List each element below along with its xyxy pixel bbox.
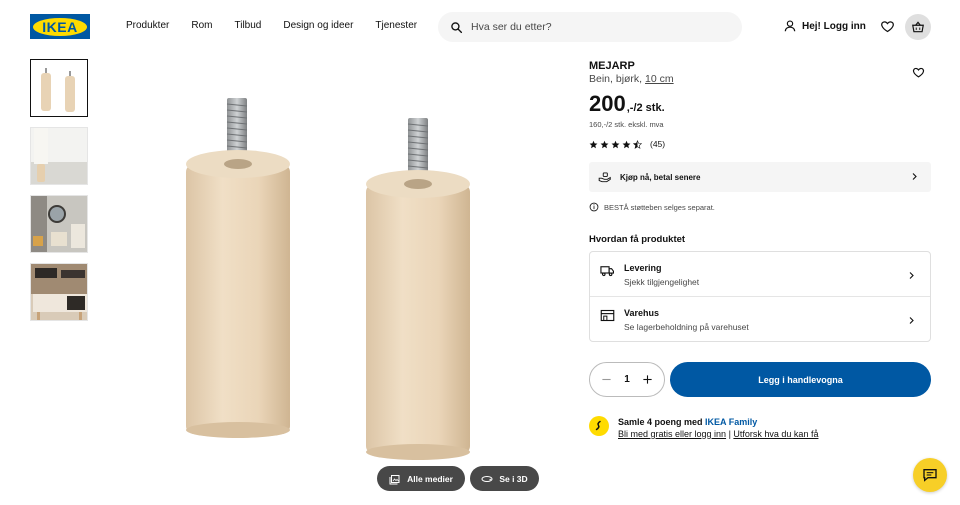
star-icon <box>611 140 620 148</box>
product-image-legs <box>186 98 470 460</box>
star-icon <box>589 140 598 148</box>
family-links: Bli med gratis eller logg inn | Utforsk … <box>618 429 818 439</box>
half-star-icon <box>633 139 642 149</box>
product-size-link[interactable]: 10 cm <box>645 73 674 85</box>
paylater-label: Kjøp nå, betal senere <box>620 172 701 182</box>
thumbnail-hallway-image <box>31 196 87 252</box>
quantity-value[interactable]: 1 <box>624 374 630 385</box>
price-unit: ,-/2 stk. <box>626 102 665 114</box>
thumbnail-hallway[interactable] <box>30 195 88 253</box>
save-to-list-heart-icon[interactable] <box>912 66 925 79</box>
price: 200 ,-/2 stk. <box>589 91 665 117</box>
family-prefix: Samle 4 poeng med <box>618 417 706 427</box>
thumbnail-legs[interactable] <box>30 59 88 117</box>
gallery-icon <box>389 474 400 484</box>
product-desc-text: Bein, bjørk, <box>589 73 646 85</box>
nav-item-produkter[interactable]: Produkter <box>126 20 169 31</box>
view-3d-button[interactable]: Se i 3D <box>470 466 539 491</box>
chevron-right-icon <box>909 272 914 279</box>
delivery-subtitle: Sjekk tilgjengelighet <box>624 277 700 287</box>
store-icon <box>600 309 615 322</box>
thumbnail-legs-image <box>31 60 87 116</box>
review-count: (45) <box>650 139 666 149</box>
view-3d-label: Se i 3D <box>499 473 528 484</box>
buy-now-pay-later-banner[interactable]: Kjøp nå, betal senere <box>589 162 931 192</box>
product-main-image[interactable] <box>130 60 570 460</box>
family-points-text: Samle 4 poeng med IKEA Family <box>618 417 757 427</box>
quantity-stepper: 1 <box>589 362 665 397</box>
truck-icon <box>600 266 614 277</box>
rating[interactable]: (45) <box>589 139 665 149</box>
join-login-link[interactable]: Bli med gratis eller logg inn <box>618 429 726 439</box>
favourites-heart-icon[interactable] <box>880 19 895 34</box>
login-link[interactable]: Hej! Logg inn <box>783 19 866 33</box>
hand-coin-icon <box>598 172 611 183</box>
price-excl-vat: 160,-/2 stk. ekskl. mva <box>589 120 664 129</box>
product-description: Bein, bjørk, 10 cm <box>589 73 674 85</box>
nav-item-tilbud[interactable]: Tilbud <box>234 20 261 31</box>
star-icon <box>622 140 631 148</box>
thumbnail-wall[interactable] <box>30 127 88 185</box>
site-header: IKEA Produkter Rom Tilbud Design og idee… <box>0 0 960 54</box>
fulfilment-options: Levering Sjekk tilgjengelighet Varehus S… <box>589 251 931 342</box>
store-subtitle: Se lagerbeholdning på varehuset <box>624 322 749 332</box>
explore-benefits-link[interactable]: Utforsk hva du kan få <box>733 429 818 439</box>
login-label: Hej! Logg inn <box>802 20 866 32</box>
price-value: 200 <box>589 91 626 116</box>
thumbnail-wall-image <box>31 128 87 184</box>
ikea-family-link[interactable]: IKEA Family <box>705 417 757 427</box>
info-note-text: BESTÅ støtteben selges separat. <box>604 202 715 212</box>
info-note: BESTÅ støtteben selges separat. <box>589 202 715 212</box>
all-media-label: Alle medier <box>407 473 453 484</box>
product-name: MEJARP <box>589 60 635 72</box>
store-title: Varehus <box>624 308 660 318</box>
family-swirl-icon <box>595 420 601 431</box>
main-nav: Produkter Rom Tilbud Design og ideer Tje… <box>126 20 439 31</box>
add-to-cart-button[interactable]: Legg i handlevogna <box>670 362 931 397</box>
store-option[interactable]: Varehus Se lagerbeholdning på varehuset <box>590 297 930 342</box>
chat-button[interactable] <box>913 458 947 492</box>
chevron-right-icon <box>912 173 917 180</box>
chevron-right-icon <box>909 317 914 324</box>
delivery-title: Levering <box>624 263 662 273</box>
ikea-family-badge-icon <box>589 416 609 436</box>
star-icon <box>600 140 609 148</box>
ikea-logo[interactable]: IKEA <box>30 14 90 39</box>
info-icon <box>589 202 599 212</box>
thumbnail-livingroom[interactable] <box>30 263 88 321</box>
how-to-get-title: Hvordan få produktet <box>589 234 686 245</box>
3d-rotate-icon <box>481 475 493 482</box>
shopping-basket-icon <box>912 21 924 33</box>
thumbnail-list <box>30 59 88 331</box>
search-input[interactable]: Hva ser du etter? <box>438 12 742 42</box>
delivery-option[interactable]: Levering Sjekk tilgjengelighet <box>590 252 930 297</box>
minus-icon[interactable] <box>601 374 612 385</box>
chat-icon <box>923 469 937 482</box>
logo-text: IKEA <box>42 18 78 35</box>
cart-button[interactable] <box>905 14 931 40</box>
nav-item-tjenester[interactable]: Tjenester <box>375 20 417 31</box>
plus-icon[interactable] <box>642 374 653 385</box>
all-media-button[interactable]: Alle medier <box>377 466 465 491</box>
search-icon <box>451 21 463 33</box>
nav-item-design[interactable]: Design og ideer <box>283 20 353 31</box>
nav-item-rom[interactable]: Rom <box>191 20 212 31</box>
user-icon <box>784 20 796 32</box>
search-placeholder: Hva ser du etter? <box>471 21 552 33</box>
thumbnail-livingroom-image <box>31 264 87 320</box>
star-rating <box>589 139 644 149</box>
